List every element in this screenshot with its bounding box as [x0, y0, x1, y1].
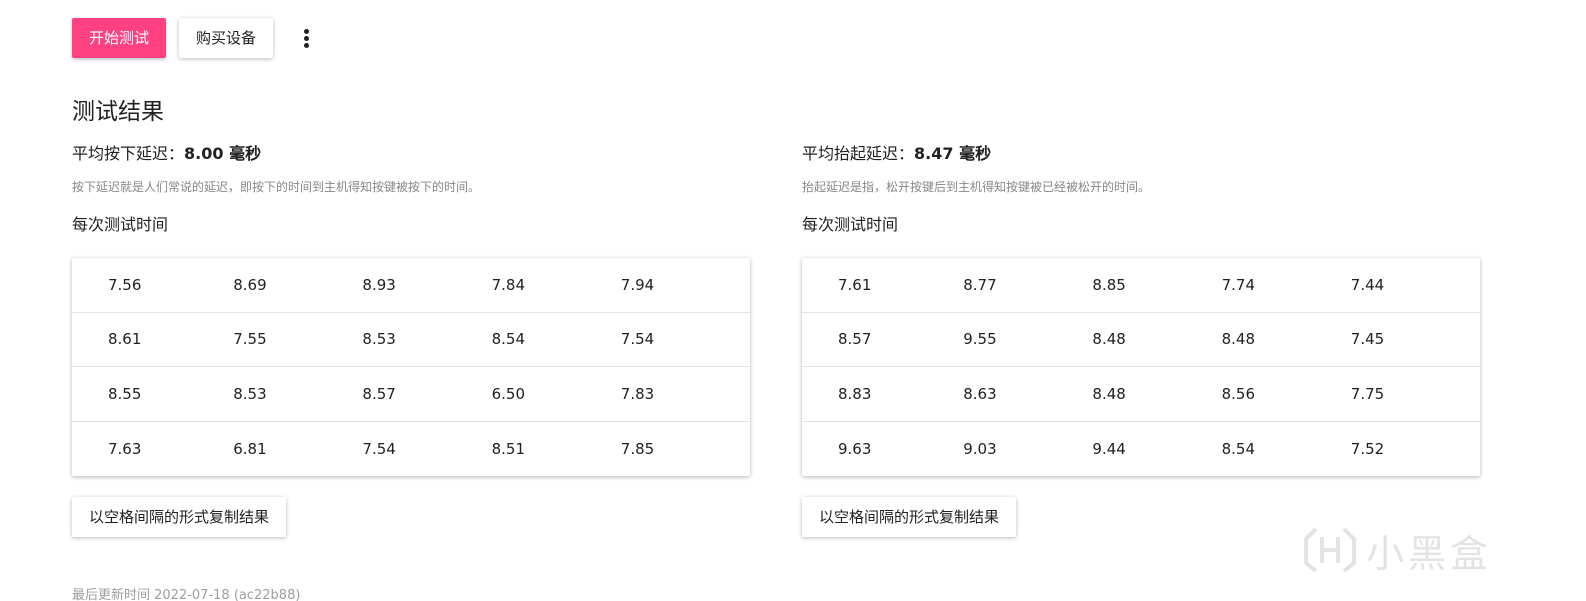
- toolbar: 开始测试 购买设备: [72, 18, 319, 58]
- table-cell: 7.55: [233, 330, 267, 349]
- table-cell: 8.54: [1221, 439, 1255, 458]
- table-cell: 8.53: [362, 330, 396, 349]
- press-average-label: 平均按下延迟：: [72, 144, 185, 163]
- more-vert-icon[interactable]: [295, 18, 319, 58]
- table-cell: 7.54: [620, 330, 655, 349]
- table-cell: 7.75: [1350, 384, 1385, 403]
- release-description: 抬起延迟是指，松开按键后到主机得知按键被已经被松开的时间。: [802, 180, 1151, 194]
- table-cell: 9.63: [838, 439, 872, 458]
- press-latency-section: 平均按下延迟：8.00 毫秒 按下延迟就是人们常说的延迟，即按下的时间到主机得知…: [72, 140, 750, 537]
- table-cell: 8.77: [963, 275, 997, 294]
- table-row: 8.55 8.53 8.57 6.50 7.83: [72, 367, 750, 422]
- table-cell: 8.48: [1092, 384, 1126, 403]
- watermark-logo-icon: [1304, 527, 1356, 573]
- table-cell: 8.61: [108, 330, 142, 349]
- table-cell: 8.85: [1092, 275, 1126, 294]
- table-row: 9.63 9.03 9.44 8.54 7.52: [802, 422, 1480, 477]
- page: 开始测试 购买设备 测试结果 平均按下延迟：8.00 毫秒 按下延迟就是人们常说…: [0, 0, 1586, 601]
- table-cell: 9.55: [963, 330, 997, 349]
- table-cell: 7.74: [1221, 275, 1255, 294]
- release-times-table: 7.61 8.77 8.85 7.74 7.44 8.57 9.55 8.48 8.48 7.45…: [802, 258, 1480, 476]
- table-cell: 8.55: [108, 384, 142, 403]
- press-average: 平均按下延迟：8.00 毫秒: [72, 140, 750, 168]
- table-cell: 7.54: [362, 439, 396, 458]
- press-description: 按下延迟就是人们常说的延迟，即按下的时间到主机得知按键被按下的时间。: [72, 180, 481, 194]
- table-row: 8.83 8.63 8.48 8.56 7.75: [802, 367, 1480, 422]
- table-cell: 7.63: [108, 439, 142, 458]
- table-cell: 7.45: [1350, 330, 1385, 349]
- table-row: 8.61 7.55 8.53 8.54 7.54: [72, 313, 750, 367]
- press-each-test-label: 每次测试时间: [72, 215, 169, 234]
- table-cell: 8.56: [1221, 384, 1255, 403]
- press-times-table: 7.56 8.69 8.93 7.84 7.94 8.61 7.55 8.53 8.54 7.54…: [72, 258, 750, 476]
- table-cell: 8.63: [963, 384, 997, 403]
- release-each-test-label: 每次测试时间: [802, 215, 899, 234]
- watermark: 小黑盒: [1302, 520, 1492, 580]
- release-latency-section: 平均抬起延迟：8.47 毫秒 抬起延迟是指，松开按键后到主机得知按键被已经被松开…: [802, 140, 1480, 537]
- table-cell: 7.94: [620, 275, 655, 294]
- table-cell: 8.53: [233, 384, 267, 403]
- release-copy-button[interactable]: 以空格间隔的形式复制结果: [802, 497, 1017, 537]
- press-average-value: 8.00 毫秒: [184, 144, 262, 163]
- table-cell: 8.57: [362, 384, 396, 403]
- table-cell: 7.61: [838, 275, 872, 294]
- release-average-label: 平均抬起延迟：: [802, 144, 915, 163]
- start-test-button[interactable]: 开始测试: [72, 18, 167, 58]
- table-cell: 7.44: [1350, 275, 1385, 294]
- table-cell: 7.52: [1350, 439, 1385, 458]
- results-title: 测试结果: [72, 99, 164, 125]
- table-cell: 6.81: [233, 439, 267, 458]
- table-cell: 7.84: [491, 275, 525, 294]
- table-row: 7.61 8.77 8.85 7.74 7.44: [802, 258, 1480, 313]
- table-cell: 9.44: [1092, 439, 1126, 458]
- table-cell: 8.83: [838, 384, 872, 403]
- table-cell: 8.93: [362, 275, 396, 294]
- table-cell: 7.56: [108, 275, 142, 294]
- last-updated-text: 最后更新时间 2022-07-18 (ac22b88): [72, 588, 301, 601]
- table-row: 8.57 9.55 8.48 8.48 7.45: [802, 313, 1480, 367]
- table-cell: 7.83: [620, 384, 655, 403]
- table-row: 7.56 8.69 8.93 7.84 7.94: [72, 258, 750, 313]
- table-cell: 8.48: [1221, 330, 1255, 349]
- table-cell: 8.57: [838, 330, 872, 349]
- table-cell: 8.48: [1092, 330, 1126, 349]
- release-average: 平均抬起延迟：8.47 毫秒: [802, 140, 1480, 168]
- watermark-text: 小黑盒: [1366, 531, 1493, 576]
- release-average-value: 8.47 毫秒: [914, 144, 992, 163]
- table-cell: 6.50: [491, 384, 525, 403]
- buy-device-button[interactable]: 购买设备: [179, 18, 274, 58]
- table-cell: 8.69: [233, 275, 267, 294]
- press-copy-button[interactable]: 以空格间隔的形式复制结果: [72, 497, 287, 537]
- table-cell: 8.54: [491, 330, 525, 349]
- table-cell: 9.03: [963, 439, 997, 458]
- table-cell: 7.85: [620, 439, 655, 458]
- table-cell: 8.51: [491, 439, 525, 458]
- table-row: 7.63 6.81 7.54 8.51 7.85: [72, 422, 750, 477]
